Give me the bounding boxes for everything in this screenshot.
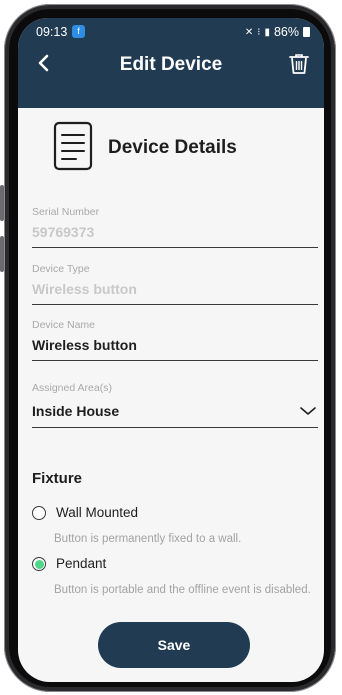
status-bar: 09:13 f ✕ ⁝ ▮ 86% — [18, 23, 324, 41]
device-type-label: Device Type — [32, 263, 90, 275]
fixture-option-pendant[interactable]: Pendant Button is portable and the offli… — [32, 556, 318, 613]
field-divider — [32, 360, 318, 361]
assigned-area-value[interactable]: Inside House — [32, 403, 318, 419]
field-divider — [32, 247, 318, 248]
pendant-label: Pendant — [56, 556, 107, 571]
serial-number-value: 59769373 — [32, 224, 95, 240]
battery-icon — [303, 27, 310, 37]
assigned-area-label: Assigned Area(s) — [32, 382, 112, 394]
wall-mounted-radio[interactable] — [32, 506, 46, 520]
signal-icon: ▮ — [264, 26, 270, 38]
device-name-input[interactable]: Wireless button — [32, 337, 318, 353]
pendant-description: Button is portable and the offline event… — [54, 584, 311, 596]
section-title: Device Details — [108, 137, 237, 158]
device-name-field[interactable]: Device Name Wireless button — [32, 319, 318, 361]
volume-up-button — [0, 185, 4, 221]
document-icon — [53, 121, 93, 171]
device-details-header: Device Details — [52, 121, 312, 171]
field-divider — [32, 427, 318, 428]
assigned-area-select[interactable]: Assigned Area(s) Inside House — [32, 382, 318, 428]
fixture-title: Fixture — [32, 470, 83, 487]
delete-button[interactable] — [288, 52, 310, 76]
volume-down-button — [0, 236, 4, 272]
pendant-radio[interactable] — [32, 557, 46, 571]
trash-icon — [289, 54, 309, 74]
device-name-label: Device Name — [32, 319, 96, 331]
save-button[interactable]: Save — [98, 622, 250, 668]
app-screen: 09:13 f ✕ ⁝ ▮ 86% Edit Device Device Det… — [18, 18, 324, 682]
battery-percent: 86% — [273, 25, 299, 39]
serial-number-field: Serial Number 59769373 — [32, 206, 318, 248]
wall-mounted-label: Wall Mounted — [56, 505, 139, 520]
status-time: 09:13 — [36, 25, 68, 39]
field-divider — [32, 304, 318, 305]
device-type-value: Wireless button — [32, 281, 137, 297]
mute-icon: ✕ — [244, 26, 254, 38]
device-type-field: Device Type Wireless button — [32, 263, 318, 305]
fixture-option-wall-mounted[interactable]: Wall Mounted Button is permanently fixed… — [32, 505, 318, 546]
page-title: Edit Device — [119, 54, 223, 75]
serial-number-label: Serial Number — [32, 206, 100, 218]
wifi-icon: ⁝ — [257, 26, 261, 38]
wall-mounted-description: Button is permanently fixed to a wall. — [54, 533, 242, 545]
facebook-icon: f — [72, 25, 85, 38]
status-right: ✕ ⁝ ▮ 86% — [245, 25, 310, 39]
chevron-down-icon[interactable] — [300, 406, 316, 416]
app-header: 09:13 f ✕ ⁝ ▮ 86% Edit Device — [18, 18, 324, 108]
